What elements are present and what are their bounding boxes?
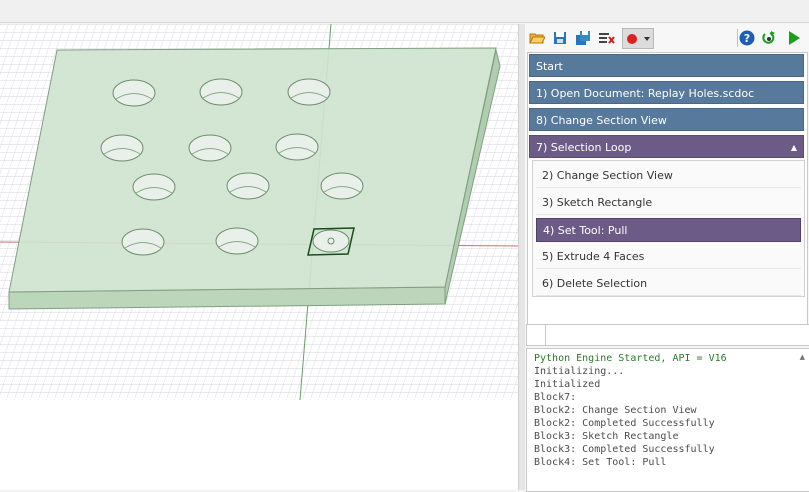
save-icon[interactable]: [551, 29, 569, 47]
step-start[interactable]: Start: [529, 54, 804, 77]
hole[interactable]: [275, 133, 319, 161]
console-line: Block3: Completed Successfully: [534, 444, 715, 455]
substep-delete-selection[interactable]: 6) Delete Selection: [536, 272, 801, 296]
plate-top-face[interactable]: [8, 47, 497, 293]
console-line: Block2: Change Section View: [534, 405, 697, 416]
console-line: Block4: Set Tool: Pull: [534, 457, 667, 468]
console-line: Python Engine Started, API = V16: [534, 353, 727, 364]
substep-label: 3) Sketch Rectangle: [542, 196, 653, 209]
step-selection-loop[interactable]: 7) Selection Loop ▲: [529, 135, 804, 158]
record-button[interactable]: [622, 28, 654, 49]
selection-loop-substeps: 2) Change Section View 3) Sketch Rectang…: [532, 160, 805, 297]
3d-viewport[interactable]: [0, 24, 518, 490]
step-open-document[interactable]: 1) Open Document: Replay Holes.scdoc: [529, 81, 804, 104]
selected-hole[interactable]: [312, 229, 350, 253]
substep-label: 4) Set Tool: Pull: [543, 224, 628, 237]
substep-label: 2) Change Section View: [542, 169, 673, 182]
open-folder-icon[interactable]: [528, 29, 546, 47]
hole[interactable]: [199, 78, 243, 106]
substep-set-tool-pull[interactable]: 4) Set Tool: Pull: [536, 218, 801, 242]
run-icon[interactable]: [785, 29, 803, 47]
hole[interactable]: [215, 227, 259, 255]
console-line: Block2: Completed Successfully: [534, 418, 715, 429]
step-label: 8) Change Section View: [536, 114, 667, 127]
step-label: 7) Selection Loop: [536, 141, 632, 154]
steps-list: Start 1) Open Document: Replay Holes.scd…: [527, 52, 808, 325]
console-line: Block3: Sketch Rectangle: [534, 431, 679, 442]
console-line: Block7:: [534, 392, 577, 403]
hole[interactable]: [100, 134, 144, 162]
console-line: Initializing...: [534, 366, 625, 377]
command-input-bar[interactable]: [526, 324, 809, 346]
hole[interactable]: [112, 79, 156, 107]
hole[interactable]: [320, 172, 364, 200]
help-icon[interactable]: ?: [738, 29, 756, 47]
script-editor-panel: ? Start 1) Open Document: Replay Holes.s…: [525, 24, 809, 492]
svg-text:?: ?: [744, 32, 750, 45]
input-divider: [545, 325, 546, 345]
hole[interactable]: [132, 173, 176, 201]
debug-icon[interactable]: [761, 29, 779, 47]
substep-change-section-view[interactable]: 2) Change Section View: [536, 164, 801, 188]
record-icon: [627, 33, 650, 44]
hole[interactable]: [287, 78, 331, 106]
step-change-section-view[interactable]: 8) Change Section View: [529, 108, 804, 131]
step-label: 1) Open Document: Replay Holes.scdoc: [536, 87, 755, 100]
substep-label: 6) Delete Selection: [542, 277, 648, 290]
output-console[interactable]: Python Engine Started, API = V16 Initial…: [526, 348, 809, 492]
hole[interactable]: [226, 172, 270, 200]
substep-extrude-4-faces[interactable]: 5) Extrude 4 Faces: [536, 245, 801, 269]
collapse-caret-icon[interactable]: ▲: [791, 136, 797, 159]
title-strip: [0, 0, 809, 23]
console-line: Initialized: [534, 379, 601, 390]
step-label: Start: [536, 60, 563, 73]
clear-icon[interactable]: [598, 29, 616, 47]
dropdown-icon: [644, 36, 650, 41]
save-as-icon[interactable]: [574, 29, 592, 47]
hole[interactable]: [121, 228, 165, 256]
scroll-up-arrow-icon[interactable]: ▲: [800, 353, 805, 361]
substep-sketch-rectangle[interactable]: 3) Sketch Rectangle: [536, 191, 801, 215]
model-canvas[interactable]: [0, 24, 518, 490]
editor-toolbar: ?: [525, 26, 809, 50]
substep-label: 5) Extrude 4 Faces: [542, 250, 645, 263]
hole[interactable]: [188, 134, 232, 162]
